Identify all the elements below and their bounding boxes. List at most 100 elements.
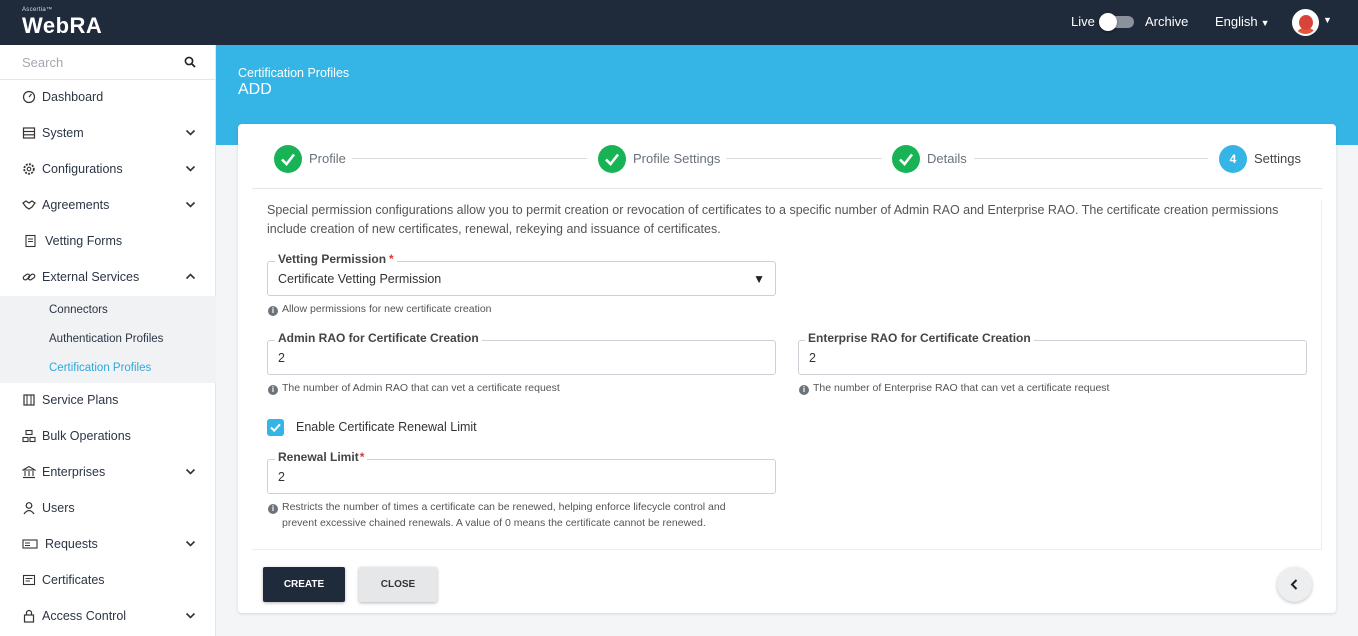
check-icon [598,145,626,173]
sidebar-item-external-services[interactable]: External Services [0,259,216,295]
system-icon [22,127,36,139]
enterprise-rao-hint: i The number of Enterprise RAO that can v… [799,380,1109,396]
sidebar-item-label: Certificates [42,573,105,587]
archive-label: Archive [1145,14,1189,29]
sidebar-item-configurations[interactable]: Configurations [0,151,216,187]
info-icon: i [268,385,278,395]
vetting-permission-label: Vetting Permission * [275,252,397,266]
hint-text: prevent excessive chained renewals. A va… [282,517,706,529]
renewal-limit-label: Renewal Limit* [275,450,368,464]
sidebar-item-enterprises[interactable]: Enterprises [0,454,216,490]
submenu-item-connectors[interactable]: Connectors [49,304,108,316]
admin-rao-hint: i The number of Admin RAO that can vet a … [268,380,560,396]
hint-text: The number of Enterprise RAO that can ve… [813,382,1110,394]
search-input[interactable]: Search [22,55,63,70]
live-label: Live [1071,14,1095,29]
page-title: ADD [238,81,272,98]
live-archive-toggle[interactable] [1099,13,1134,31]
chevron-down-icon [185,165,196,172]
sidebar-item-certificates[interactable]: Certificates [0,562,216,598]
caret-down-icon: ▼ [1260,18,1270,28]
sidebar-item-label: Agreements [42,198,110,212]
sidebar-item-dashboard[interactable]: Dashboard [0,79,216,115]
user-menu-caret-icon[interactable]: ▼ [1323,15,1332,25]
sidebar-item-label: Requests [45,537,98,551]
required-asterisk: * [359,450,365,464]
info-icon: i [268,306,278,316]
sidebar-item-label: Configurations [42,162,123,176]
form-body [252,200,1322,550]
bank-icon [22,465,36,479]
renewal-limit-field[interactable]: 2 [267,459,776,494]
renewal-limit-checkbox-label[interactable]: Enable Certificate Renewal Limit [296,420,477,434]
link-icon [22,273,36,281]
sidebar-item-vetting-forms[interactable]: Vetting Forms [0,223,216,259]
admin-rao-label: Admin RAO for Certificate Creation [275,331,482,345]
step-label: Profile Settings [633,151,721,166]
sidebar-item-label: Vetting Forms [45,234,123,248]
sidebar-item-agreements[interactable]: Agreements [0,187,216,223]
sidebar-item-requests[interactable]: Requests [0,526,216,562]
language-selector[interactable]: English ▼ [1215,14,1270,29]
sidebar: Search Dashboard System Configurations A… [0,45,216,636]
lock-icon [23,609,35,623]
sidebar-item-label: System [42,126,84,140]
service-plans-icon [23,394,35,406]
label-text: Renewal Limit [278,450,359,464]
submenu-item-authentication-profiles[interactable]: Authentication Profiles [49,333,163,345]
sidebar-item-label: External Services [42,270,140,284]
info-icon: i [268,504,278,514]
toggle-knob [1099,13,1117,31]
chevron-down-icon [185,129,196,136]
field-value: 2 [809,351,816,365]
chevron-down-icon [185,201,196,208]
step-label: Details [927,151,967,166]
collapse-button[interactable] [1277,567,1312,602]
sidebar-item-label: Enterprises [42,465,106,479]
sidebar-item-label: Dashboard [42,90,104,104]
step-label: Settings [1254,151,1301,166]
submenu-item-certification-profiles[interactable]: Certification Profiles [49,362,151,374]
stepper-divider [252,188,1322,189]
requests-icon [22,539,38,549]
enterprise-rao-field[interactable]: 2 [798,340,1307,375]
admin-rao-field[interactable]: 2 [267,340,776,375]
handshake-icon [22,200,36,210]
step-connector [974,158,1208,159]
renewal-limit-checkbox[interactable] [267,419,284,436]
sidebar-item-system[interactable]: System [0,115,216,151]
chevron-down-icon [185,612,196,619]
step-connector [352,158,587,159]
selected-value: Certificate Vetting Permission [278,272,442,286]
sidebar-item-label: Service Plans [42,393,119,407]
avatar-face [1299,15,1313,30]
chevron-left-icon [1290,579,1298,590]
gear-icon [23,163,35,175]
sidebar-item-service-plans[interactable]: Service Plans [0,382,216,418]
logo[interactable]: Ascertia™ WebRA [22,7,102,38]
required-asterisk: * [389,252,394,266]
info-icon: i [799,385,809,395]
breadcrumb[interactable]: Certification Profiles [238,66,349,80]
close-button[interactable]: CLOSE [359,567,437,602]
sidebar-item-label: Bulk Operations [42,429,131,443]
sidebar-item-access-control[interactable]: Access Control [0,598,216,634]
field-value: 2 [278,470,285,484]
bulk-operations-icon [22,429,36,443]
certificate-icon [22,574,36,586]
sidebar-item-bulk-operations[interactable]: Bulk Operations [0,418,216,454]
field-value: 2 [278,351,285,365]
vetting-permission-select[interactable]: Certificate Vetting Permission ▼ [267,261,776,296]
hint-text: Restricts the number of times a certific… [282,501,726,513]
avatar[interactable] [1292,9,1319,36]
renewal-limit-hint: i Restricts the number of times a certifi… [268,499,726,531]
search-icon[interactable] [184,56,196,68]
logo-name: WebRA [22,13,103,38]
hint-text: The number of Admin RAO that can vet a c… [282,382,560,394]
sidebar-search[interactable]: Search [0,45,216,80]
sidebar-item-label: Users [42,501,75,515]
create-button[interactable]: CREATE [263,567,345,602]
sidebar-item-users[interactable]: Users [0,490,216,526]
language-label: English [1215,14,1258,29]
check-icon [274,145,302,173]
